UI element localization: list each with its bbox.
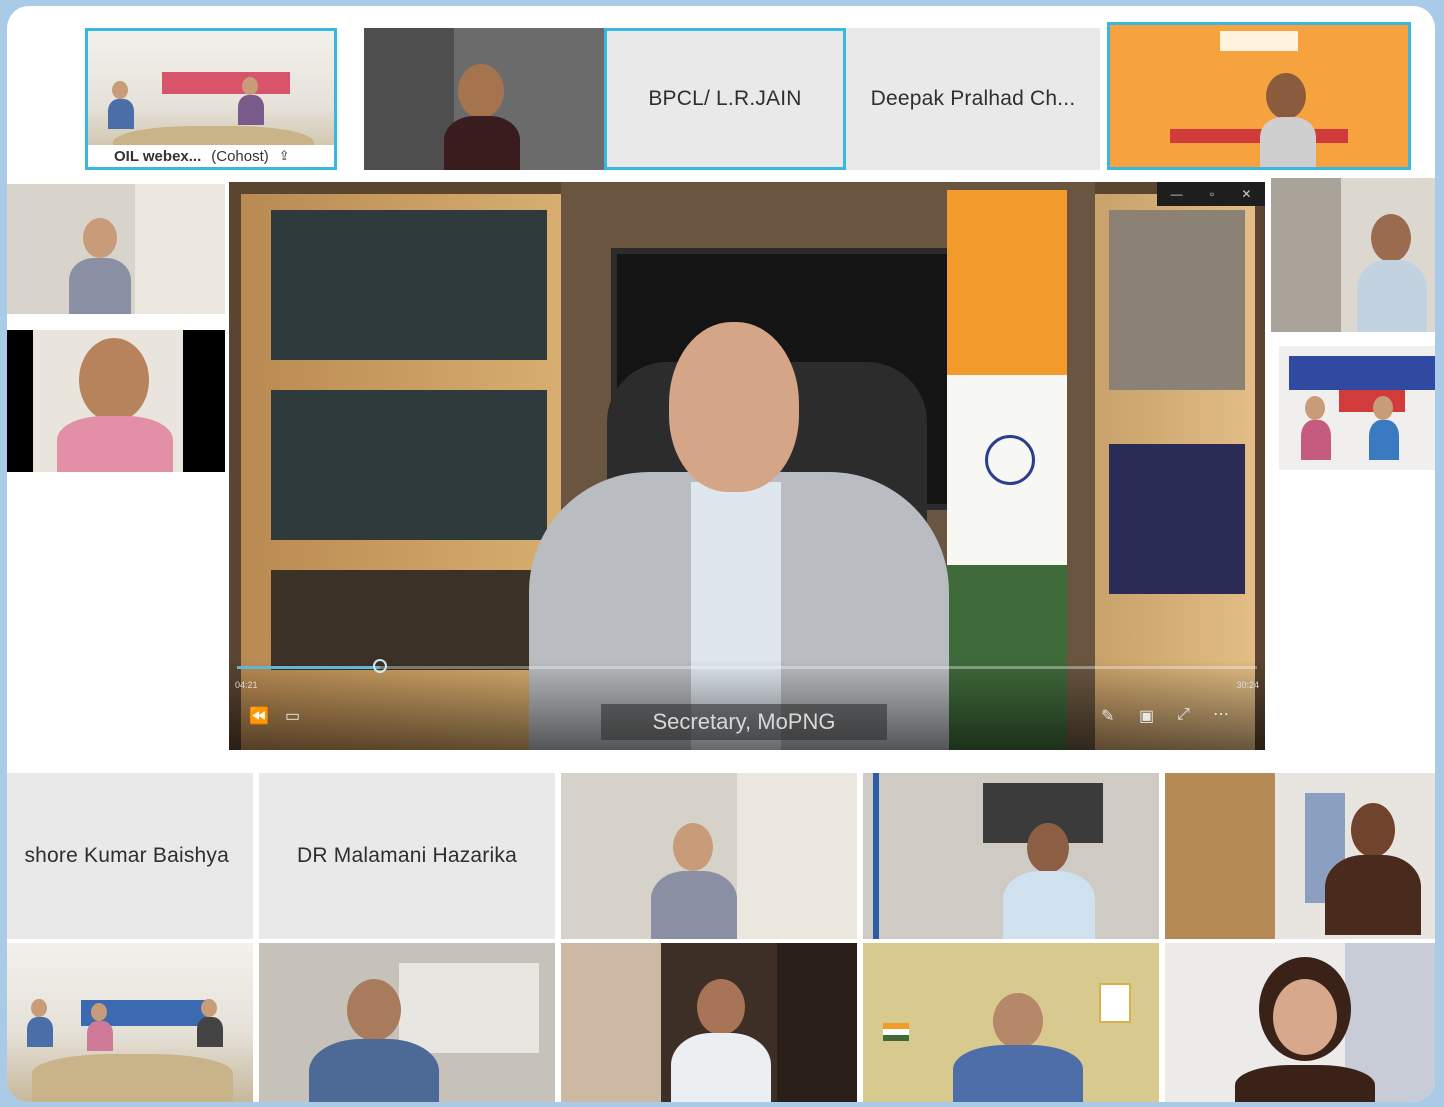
participant-tile-elder-man[interactable] (259, 943, 555, 1102)
participant-tile-pink-shirt[interactable] (7, 330, 225, 472)
participant-tile-kishore[interactable]: shore Kumar Baishya (7, 773, 253, 939)
participant-name: shore Kumar Baishya (24, 844, 229, 867)
participant-tile-right-masked[interactable] (1271, 178, 1435, 332)
time-elapsed: 04:21 (235, 680, 258, 690)
event-banner-video (1110, 25, 1408, 167)
captions-icon[interactable]: ▭ (285, 706, 300, 726)
participant-tile-deepak[interactable]: Deepak Pralhad Ch... (846, 28, 1100, 170)
restore-icon[interactable]: ▫ (1210, 187, 1214, 201)
participant-tile-malamani[interactable]: DR Malamani Hazarika (259, 773, 555, 939)
participant-name: Deepak Pralhad Ch... (870, 87, 1076, 110)
progress-track[interactable] (237, 666, 1257, 669)
expand-icon[interactable]: ⤢ (1177, 706, 1190, 724)
participant-caption: OIL webex... (Cohost) ⇪ (88, 145, 334, 167)
presenter-name-caption: Secretary, MoPNG (601, 704, 887, 740)
participant-tile-woman[interactable] (364, 28, 604, 170)
more-icon[interactable]: ⋯ (1213, 704, 1229, 724)
participant-tile-map-wall[interactable] (863, 943, 1159, 1102)
pen-icon[interactable]: ✎ (1101, 706, 1114, 726)
pip-icon[interactable]: ▣ (1139, 706, 1154, 726)
participant-tile-bpcl[interactable]: BPCL/ L.R.JAIN (604, 28, 846, 170)
participant-tile-oil-webex[interactable]: OIL webex... (Cohost) ⇪ (85, 28, 337, 170)
participant-name: OIL webex... (114, 147, 202, 165)
participant-tile-right-room[interactable] (1279, 346, 1435, 470)
participant-tile-masked-office[interactable] (863, 773, 1159, 939)
participant-tile-conference-room[interactable] (7, 943, 253, 1102)
participant-tile-curtain[interactable] (1165, 773, 1435, 939)
rewind-icon[interactable]: ⏪ (249, 706, 269, 726)
participant-name: DR Malamani Hazarika (297, 844, 517, 867)
close-icon[interactable]: ✕ (1241, 187, 1251, 201)
share-icon[interactable]: ⇪ (279, 148, 290, 164)
participant-tile-woman-smiling[interactable] (1165, 943, 1435, 1102)
participant-tile-left-man[interactable] (7, 184, 225, 314)
presenter-video[interactable]: — ▫ ✕ 04:21 30:24 ⏪ ▭ ✎ ▣ ⤢ ⋯ Secretary,… (229, 182, 1265, 750)
progress-knob[interactable] (373, 659, 387, 673)
participant-tile-man-thinking[interactable] (561, 773, 857, 939)
participant-tile-office-man[interactable] (561, 943, 857, 1102)
minimize-icon[interactable]: — (1171, 187, 1183, 201)
time-total: 30:24 (1236, 680, 1259, 690)
participant-tile-banner-speaker[interactable] (1107, 22, 1411, 170)
participant-name: BPCL/ L.R.JAIN (648, 87, 802, 110)
speaker-head (669, 322, 799, 492)
meeting-window: OIL webex... (Cohost) ⇪ BPCL/ L.R.JAIN D… (7, 6, 1435, 1102)
participant-role: (Cohost) (211, 147, 269, 165)
window-controls: — ▫ ✕ (1157, 182, 1265, 206)
progress-fill (237, 666, 380, 669)
